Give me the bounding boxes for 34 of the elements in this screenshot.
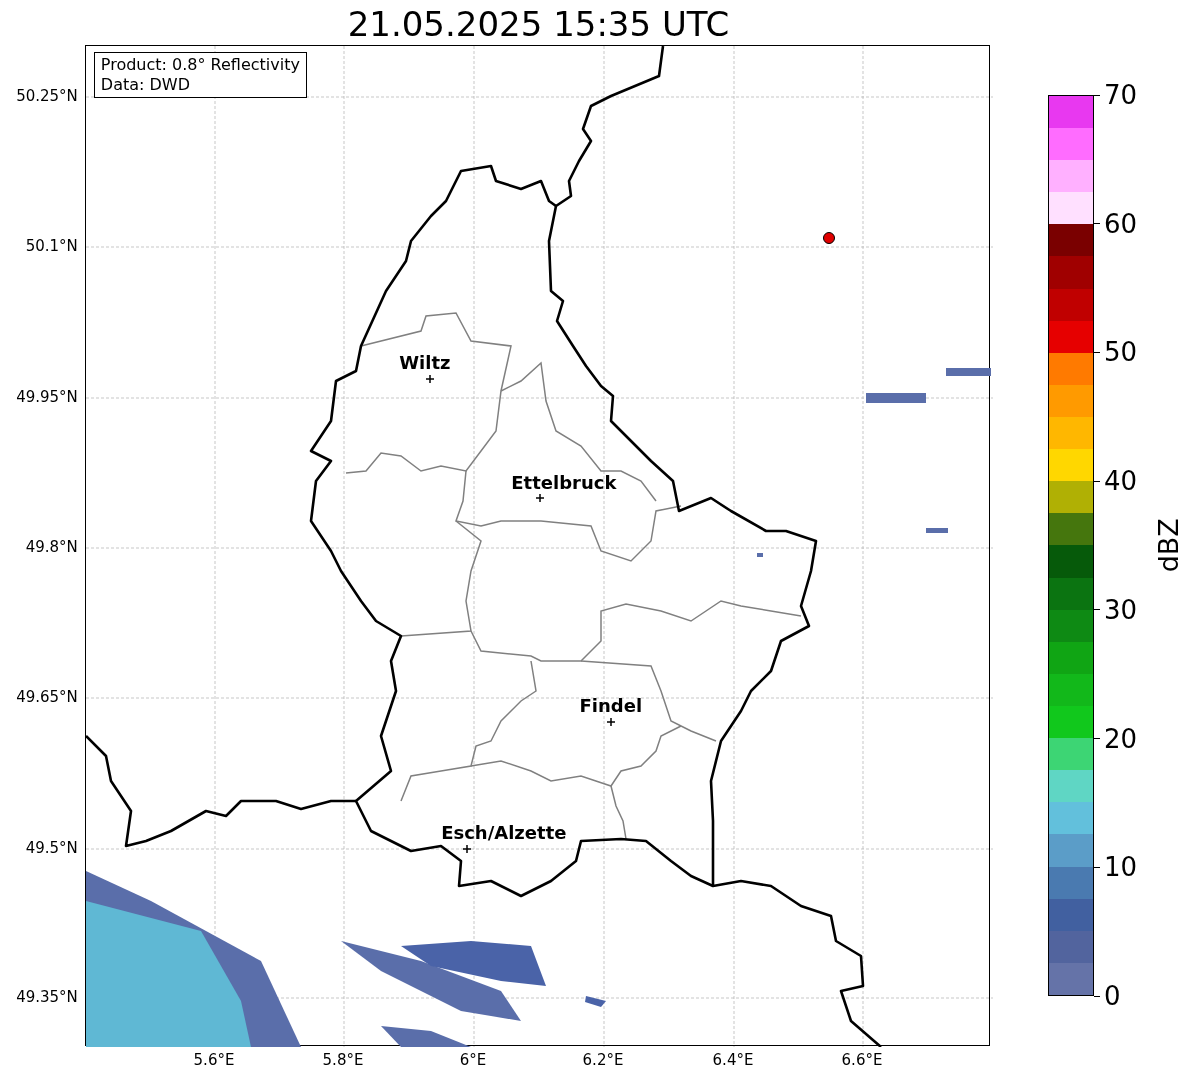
latitude-label: 49.95°N xyxy=(16,388,78,406)
longitude-label: 6°E xyxy=(459,1051,487,1069)
longitude-label: 6.6°E xyxy=(841,1051,883,1069)
colorbar-tick-label: 70 xyxy=(1104,80,1138,110)
city-marker xyxy=(535,493,545,503)
colorbar-tick-label: 40 xyxy=(1104,466,1138,497)
city-marker xyxy=(606,717,616,727)
city-marker xyxy=(425,374,435,384)
city-marker xyxy=(462,844,472,854)
latitude-label: 49.35°N xyxy=(16,988,78,1006)
longitude-label: 6.2°E xyxy=(582,1051,624,1069)
colorbar-tick-label: 30 xyxy=(1104,594,1138,625)
colorbar-label: dBZ xyxy=(1151,518,1184,573)
longitude-label: 6.4°E xyxy=(712,1051,754,1069)
longitude-label: 5.6°E xyxy=(193,1051,235,1069)
colorbar-tick-label: 20 xyxy=(1104,723,1138,754)
chart-title: 21.05.2025 15:35 UTC xyxy=(347,3,730,45)
info-text: Data: DWD xyxy=(100,75,191,95)
colorbar-tick-label: 50 xyxy=(1104,337,1138,368)
colorbar-tick-label: 0 xyxy=(1104,981,1121,1011)
colorbar-tick-label: 60 xyxy=(1104,208,1138,239)
latitude-label: 50.1°N xyxy=(25,237,78,255)
latitude-label: 49.5°N xyxy=(25,839,78,857)
latitude-label: 49.8°N xyxy=(25,538,78,556)
longitude-label: 5.8°E xyxy=(322,1051,364,1069)
point-marker xyxy=(822,232,835,244)
city-label: Esch/Alzette xyxy=(441,823,567,843)
info-text: Product: 0.8° Reflectivity xyxy=(100,55,300,75)
city-label: Findel xyxy=(579,696,643,716)
latitude-label: 49.65°N xyxy=(16,688,78,706)
city-label: Ettelbruck xyxy=(511,473,617,493)
colorbar-tick-label: 10 xyxy=(1104,852,1138,883)
latitude-label: 50.25°N xyxy=(16,87,78,105)
city-label: Wiltz xyxy=(399,353,451,373)
